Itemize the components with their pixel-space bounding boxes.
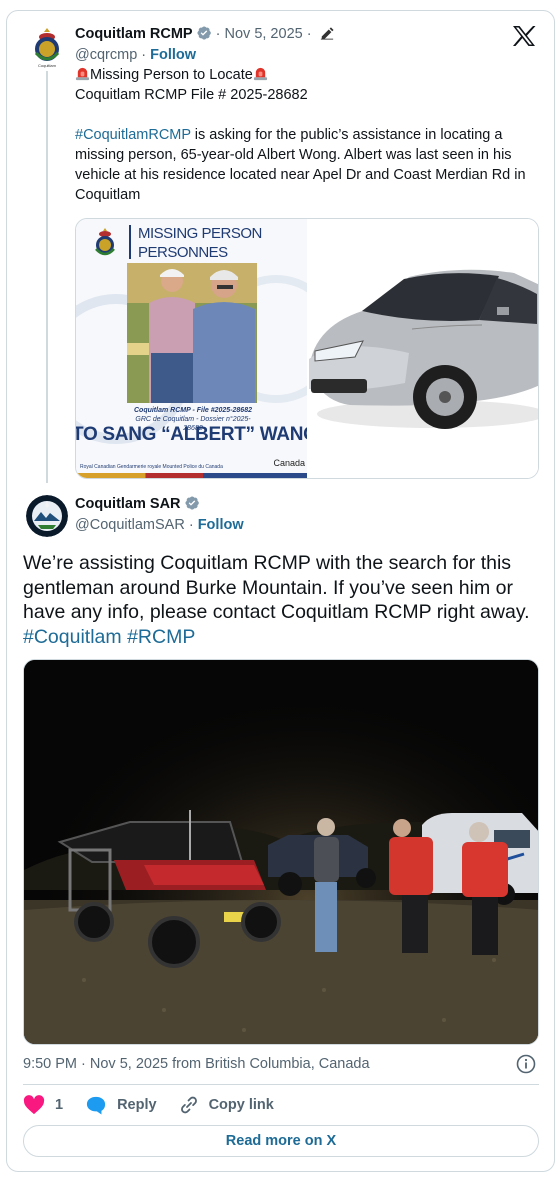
- action-divider: [23, 1084, 539, 1085]
- verified-badge-icon: [184, 496, 199, 510]
- copy-link-label: Copy link: [208, 1097, 274, 1113]
- rcmp-avatar[interactable]: Coquitlam: [27, 25, 67, 69]
- tweet-embed-card: Coquitlam Coquitlam RCMP · Nov 5, 2025 ·…: [6, 10, 555, 1172]
- poster-canada-wordmark: Canada: [273, 458, 305, 468]
- main-body: We’re assisting Coquitlam RCMP with the …: [23, 552, 530, 623]
- quoted-handle-line: @cqrcmp · Follow: [75, 47, 197, 63]
- siren-emoji-icon: [253, 67, 267, 81]
- heart-icon: [23, 1095, 45, 1115]
- like-button[interactable]: 1: [23, 1095, 63, 1115]
- poster-file-en: Coquitlam RCMP - File #2025-28682: [133, 407, 252, 414]
- tweet-timestamp[interactable]: 9:50 PM · Nov 5, 2025 from British Colum…: [23, 1054, 370, 1074]
- x-logo-icon[interactable]: [512, 25, 536, 47]
- main-handle[interactable]: @CoquitlamSAR: [75, 517, 185, 533]
- poster-divider: [129, 225, 131, 259]
- main-handle-line: @CoquitlamSAR · Follow: [75, 517, 244, 533]
- reply-label: Reply: [117, 1097, 157, 1113]
- quoted-header: Coquitlam RCMP · Nov 5, 2025 ·: [75, 24, 334, 44]
- hashtag-rcmp[interactable]: #RCMP: [127, 626, 195, 648]
- reply-button[interactable]: Reply: [85, 1095, 157, 1115]
- verified-badge-icon: [197, 26, 211, 40]
- svg-text:Coquitlam: Coquitlam: [38, 63, 57, 68]
- search-scene-photo[interactable]: [23, 659, 539, 1045]
- quoted-title-line: Missing Person to Locate: [90, 67, 253, 83]
- quoted-date[interactable]: Nov 5, 2025: [225, 26, 303, 42]
- poster-person-name: TO SANG “ALBERT” WANG: [76, 424, 307, 445]
- quoted-handle[interactable]: @cqrcmp: [75, 47, 137, 63]
- reply-bubble-icon: [86, 1096, 106, 1115]
- poster-footer: Royal Canadian Gendarmerie royale Mounte…: [80, 464, 223, 470]
- action-bar: 1 Reply Copy link: [23, 1094, 296, 1116]
- link-icon: [180, 1096, 197, 1114]
- missing-person-poster[interactable]: MISSING PERSON PERSONNES DISPARUES: [76, 219, 307, 478]
- siren-emoji-icon: [75, 67, 90, 81]
- like-count: 1: [55, 1097, 64, 1113]
- quoted-follow-button[interactable]: Follow: [150, 47, 196, 63]
- main-author-name[interactable]: Coquitlam SAR: [75, 496, 181, 512]
- main-follow-button[interactable]: Follow: [198, 517, 244, 533]
- sar-avatar[interactable]: [26, 495, 68, 537]
- missing-person-photo: [127, 263, 257, 403]
- quoted-tweet-text: Missing Person to Locate Coquitlam RCMP …: [75, 65, 535, 205]
- hashtag-coquitlam[interactable]: #Coquitlam: [23, 626, 122, 648]
- quoted-author-name[interactable]: Coquitlam RCMP: [75, 26, 193, 42]
- poster-title-en: MISSING PERSON: [138, 225, 262, 242]
- missing-vehicle-photo[interactable]: [307, 219, 538, 478]
- poster-stripe: [76, 473, 307, 478]
- rcmp-crest-icon: [95, 228, 115, 256]
- quoted-media[interactable]: MISSING PERSON PERSONNES DISPARUES: [75, 218, 539, 479]
- read-more-button[interactable]: Read more on X: [23, 1125, 539, 1157]
- copy-link-button[interactable]: Copy link: [179, 1095, 274, 1115]
- thread-line: [46, 71, 48, 483]
- main-tweet-text: We’re assisting Coquitlam RCMP with the …: [23, 551, 543, 649]
- quoted-file-line: Coquitlam RCMP File # 2025-28682: [75, 87, 308, 103]
- edit-pencil-icon: [320, 27, 334, 40]
- hashtag-coquitlamrcmp[interactable]: #CoquitlamRCMP: [75, 127, 191, 143]
- main-header: Coquitlam SAR: [75, 494, 200, 514]
- info-icon[interactable]: [516, 1054, 536, 1074]
